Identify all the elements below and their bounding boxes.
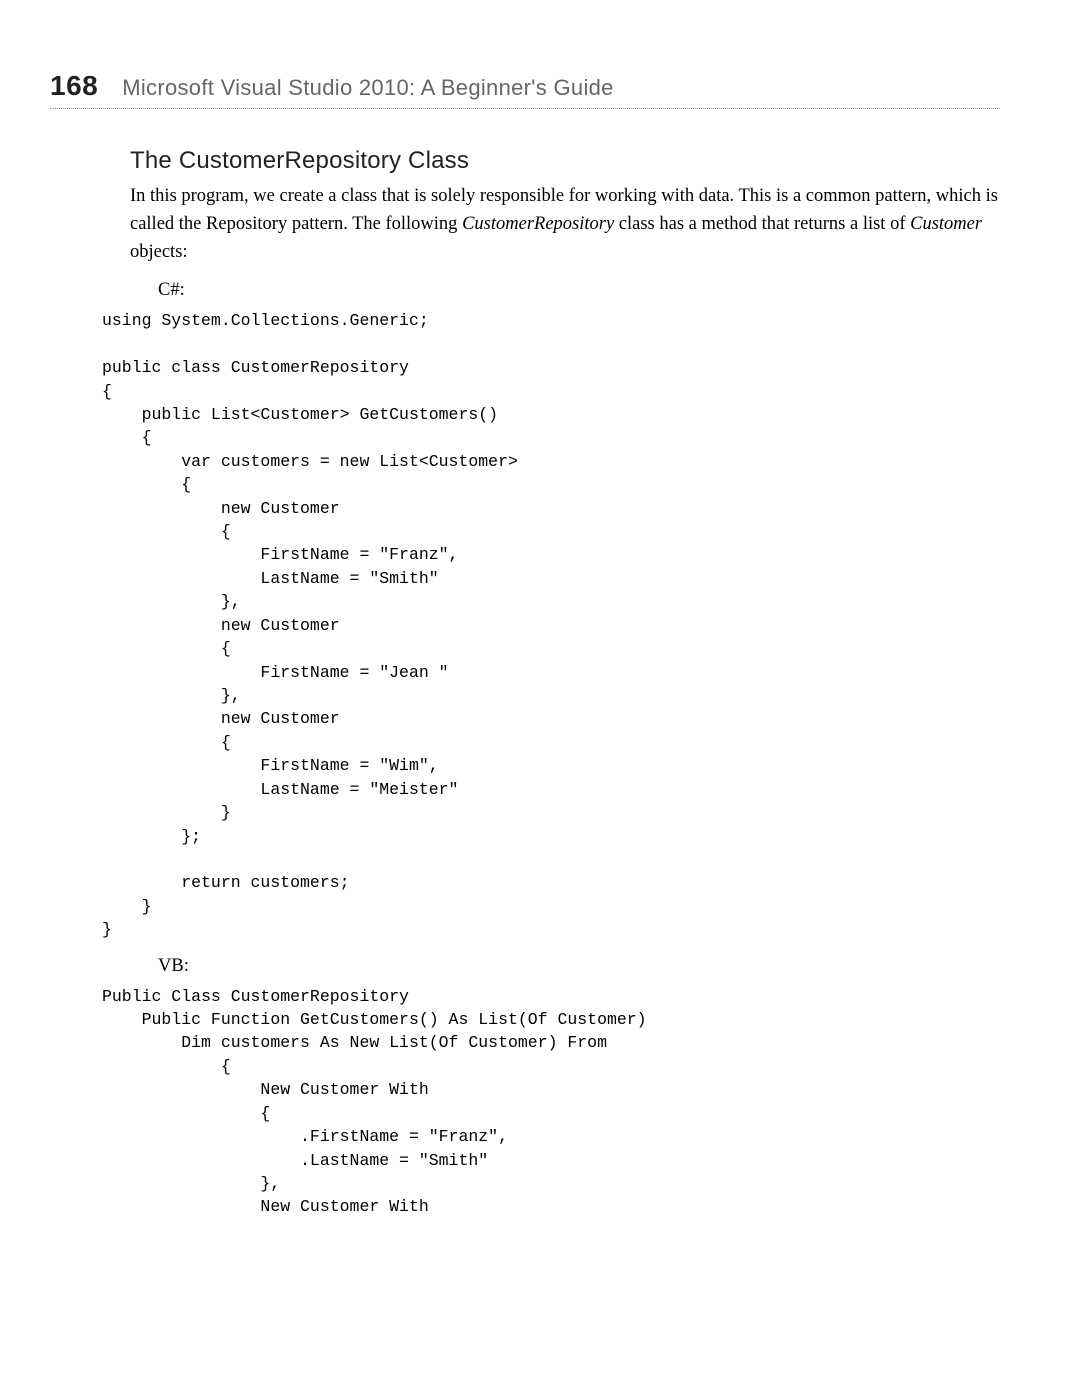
content-area: The CustomerRepository Class In this pro… [60, 147, 1000, 1219]
vb-label: VB: [130, 956, 1000, 977]
csharp-label: C#: [130, 280, 1000, 301]
page-container: 168 Microsoft Visual Studio 2010: A Begi… [0, 0, 1080, 1273]
paragraph-text: class has a method that returns a list o… [614, 214, 910, 234]
section-heading: The CustomerRepository Class [130, 147, 1000, 175]
page-number: 168 [50, 70, 98, 102]
page-header: 168 Microsoft Visual Studio 2010: A Begi… [50, 70, 1000, 109]
class-name-italic: Customer [910, 214, 982, 234]
csharp-code-block: using System.Collections.Generic; public… [102, 309, 1000, 941]
class-name-italic: CustomerRepository [462, 214, 614, 234]
body-paragraph: In this program, we create a class that … [130, 183, 1000, 266]
paragraph-text: objects: [130, 242, 188, 262]
vb-code-block: Public Class CustomerRepository Public F… [102, 985, 1000, 1219]
running-title: Microsoft Visual Studio 2010: A Beginner… [122, 75, 613, 101]
